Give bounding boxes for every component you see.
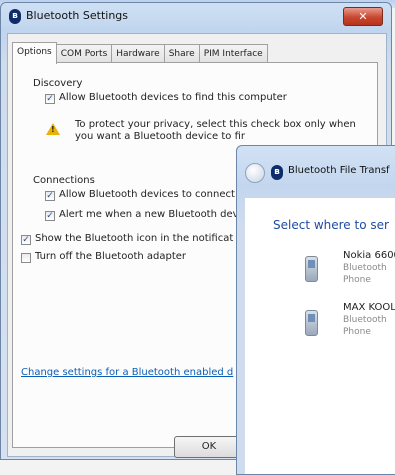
tab-com-ports[interactable]: COM Ports: [55, 44, 113, 63]
tab-options[interactable]: Options: [12, 42, 57, 64]
warning-icon: !: [46, 123, 60, 135]
tab-strip: Options COM Ports Hardware Share PIM Int…: [12, 42, 268, 64]
device-type-line2: Phone: [343, 327, 371, 337]
transfer-content: Select where to ser Nokia 6600 Bluetooth…: [245, 198, 395, 474]
allow-connect-checkbox[interactable]: ✓: [45, 191, 55, 201]
turn-off-adapter-checkbox[interactable]: [21, 253, 31, 263]
allow-discovery-label: Allow Bluetooth devices to find this com…: [59, 92, 287, 103]
device-name: MAX KOOL: [343, 302, 395, 313]
tab-share[interactable]: Share: [163, 44, 200, 63]
alert-new-device-checkbox[interactable]: ✓: [45, 211, 55, 221]
show-icon-checkbox[interactable]: ✓: [21, 235, 31, 245]
discovery-header: Discovery: [33, 78, 83, 89]
transfer-heading: Select where to ser: [273, 218, 389, 232]
phone-icon: [305, 256, 318, 282]
transfer-titlebar: ʙ Bluetooth File Transf: [237, 146, 395, 200]
show-icon-label: Show the Bluetooth icon in the notificat: [35, 233, 234, 244]
alert-new-device-label: Alert me when a new Bluetooth devi: [59, 209, 242, 220]
device-type-line1: Bluetooth: [343, 263, 387, 273]
settings-title: Bluetooth Settings: [26, 9, 129, 22]
bluetooth-icon: ʙ: [271, 165, 283, 180]
settings-titlebar: ʙ Bluetooth Settings ✕: [1, 3, 391, 31]
device-name: Nokia 6600: [343, 250, 395, 261]
device-type-line2: Phone: [343, 275, 371, 285]
file-transfer-window: ʙ Bluetooth File Transf Select where to …: [236, 145, 395, 475]
back-button[interactable]: [245, 163, 265, 183]
transfer-title: Bluetooth File Transf: [288, 165, 390, 176]
close-icon: ✕: [358, 10, 368, 23]
phone-icon: [305, 310, 318, 336]
ok-button[interactable]: OK: [174, 436, 244, 458]
change-settings-link[interactable]: Change settings for a Bluetooth enabled …: [21, 367, 233, 378]
tab-hardware[interactable]: Hardware: [111, 44, 165, 63]
device-type-line1: Bluetooth: [343, 315, 387, 325]
bluetooth-icon: ʙ: [9, 9, 21, 24]
allow-discovery-checkbox[interactable]: ✓: [45, 94, 55, 104]
connections-header: Connections: [33, 175, 95, 186]
close-button[interactable]: ✕: [343, 7, 383, 26]
tab-pim-interface[interactable]: PIM Interface: [198, 44, 268, 63]
turn-off-adapter-label: Turn off the Bluetooth adapter: [35, 251, 187, 262]
warning-line-2: you want a Bluetooth device to fir: [75, 131, 245, 142]
warning-line-1: To protect your privacy, select this che…: [75, 119, 356, 130]
allow-connect-label: Allow Bluetooth devices to connect t: [59, 189, 243, 200]
